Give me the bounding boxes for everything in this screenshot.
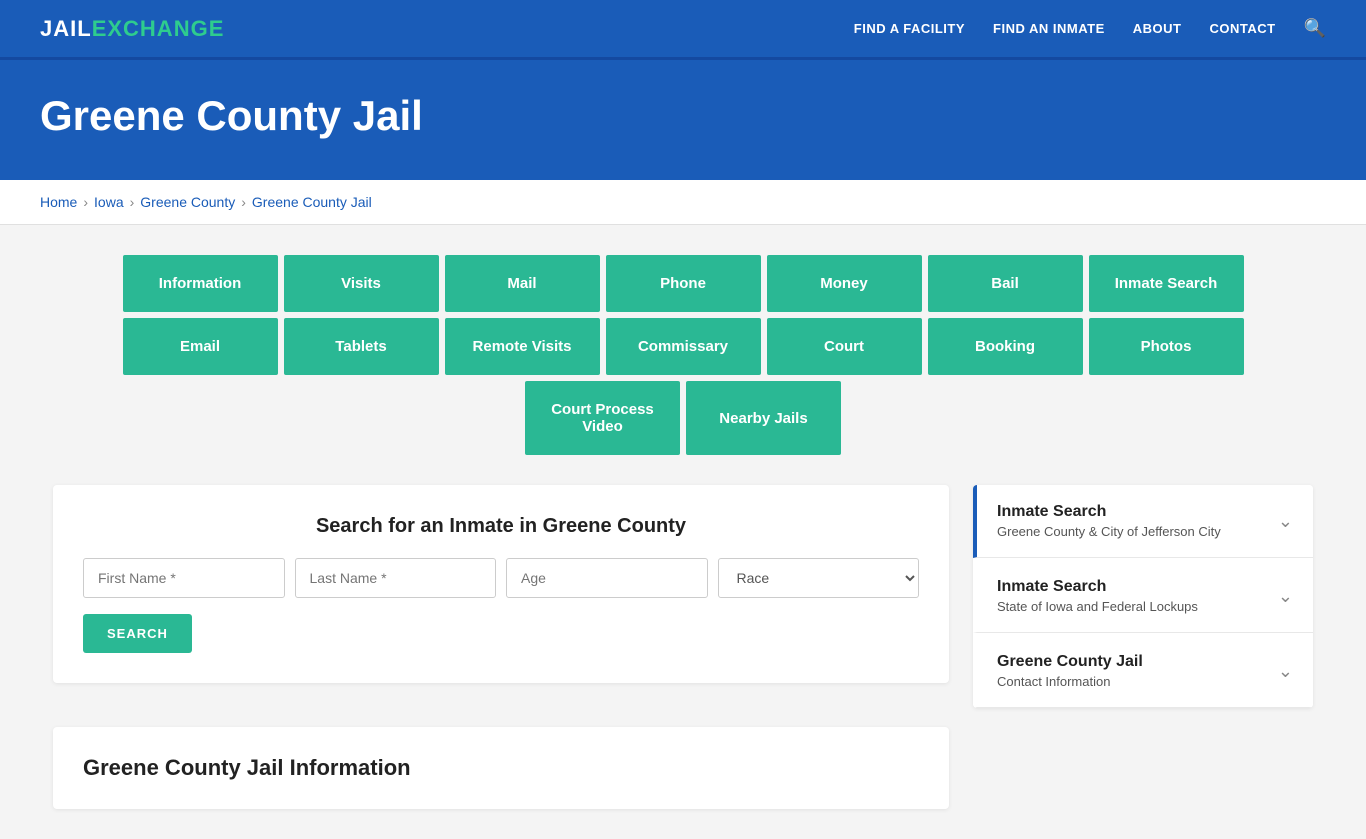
breadcrumb-sep-2: › [130,194,135,210]
sidebar-item-0-title: Inmate Search [997,503,1221,521]
btn-phone[interactable]: Phone [606,255,761,312]
nav-about[interactable]: ABOUT [1133,21,1182,36]
btn-photos[interactable]: Photos [1089,318,1244,375]
btn-booking[interactable]: Booking [928,318,1083,375]
btn-mail[interactable]: Mail [445,255,600,312]
breadcrumb-sep-1: › [83,194,88,210]
nav-find-inmate[interactable]: FIND AN INMATE [993,21,1105,36]
first-name-input[interactable] [83,558,285,598]
search-panel: Search for an Inmate in Greene County Ra… [53,485,949,683]
btn-bail[interactable]: Bail [928,255,1083,312]
breadcrumb: Home › Iowa › Greene County › Greene Cou… [0,180,1366,225]
search-icon[interactable]: 🔍 [1304,18,1326,39]
breadcrumb-sep-3: › [241,194,246,210]
info-section: Greene County Jail Information [53,727,949,809]
hero-section: Greene County Jail [0,60,1366,180]
category-button-grid: Information Visits Mail Phone Money Bail… [53,255,1313,455]
page-title: Greene County Jail [40,92,1326,140]
nav-find-facility[interactable]: FIND A FACILITY [854,21,965,36]
sidebar-item-2[interactable]: Greene County Jail Contact Information ⌄ [973,635,1313,708]
breadcrumb-county[interactable]: Greene County [140,194,235,210]
btn-email[interactable]: Email [123,318,278,375]
sidebar: Inmate Search Greene County & City of Je… [973,485,1313,708]
btn-commissary[interactable]: Commissary [606,318,761,375]
btn-tablets[interactable]: Tablets [284,318,439,375]
btn-court[interactable]: Court [767,318,922,375]
btn-court-process-video[interactable]: Court Process Video [525,381,680,455]
sidebar-item-1-title: Inmate Search [997,578,1198,596]
btn-remote-visits[interactable]: Remote Visits [445,318,600,375]
logo-part1: JAIL [40,16,92,41]
nav-links: FIND A FACILITY FIND AN INMATE ABOUT CON… [854,18,1326,39]
btn-nearby-jails[interactable]: Nearby Jails [686,381,841,455]
breadcrumb-current: Greene County Jail [252,194,372,210]
chevron-down-icon-0: ⌄ [1278,511,1293,532]
button-row-2: Email Tablets Remote Visits Commissary C… [123,318,1244,375]
button-row-1: Information Visits Mail Phone Money Bail… [123,255,1244,312]
search-fields: Race White Black Hispanic Asian Other [83,558,919,598]
race-select[interactable]: Race White Black Hispanic Asian Other [718,558,920,598]
sidebar-item-0-subtitle: Greene County & City of Jefferson City [997,524,1221,539]
chevron-down-icon-2: ⌄ [1278,661,1293,682]
btn-money[interactable]: Money [767,255,922,312]
search-button[interactable]: SEARCH [83,614,192,653]
sidebar-item-1[interactable]: Inmate Search State of Iowa and Federal … [973,560,1313,633]
sidebar-item-2-title: Greene County Jail [997,653,1143,671]
sidebar-item-0[interactable]: Inmate Search Greene County & City of Je… [973,485,1313,558]
sidebar-item-1-subtitle: State of Iowa and Federal Lockups [997,599,1198,614]
sidebar-item-2-subtitle: Contact Information [997,674,1143,689]
btn-inmate-search[interactable]: Inmate Search [1089,255,1244,312]
site-logo[interactable]: JAILEXCHANGE [40,16,224,42]
button-row-3: Court Process Video Nearby Jails [525,381,841,455]
nav-contact[interactable]: CONTACT [1209,21,1275,36]
btn-visits[interactable]: Visits [284,255,439,312]
breadcrumb-state[interactable]: Iowa [94,194,124,210]
btn-information[interactable]: Information [123,255,278,312]
main-content: Information Visits Mail Phone Money Bail… [33,225,1333,839]
breadcrumb-home[interactable]: Home [40,194,77,210]
logo-part2: EXCHANGE [92,16,225,41]
two-column-layout: Search for an Inmate in Greene County Ra… [53,485,1313,809]
age-input[interactable] [506,558,708,598]
search-title: Search for an Inmate in Greene County [83,515,919,538]
navbar: JAILEXCHANGE FIND A FACILITY FIND AN INM… [0,0,1366,60]
info-heading: Greene County Jail Information [83,755,919,781]
last-name-input[interactable] [295,558,497,598]
chevron-down-icon-1: ⌄ [1278,586,1293,607]
